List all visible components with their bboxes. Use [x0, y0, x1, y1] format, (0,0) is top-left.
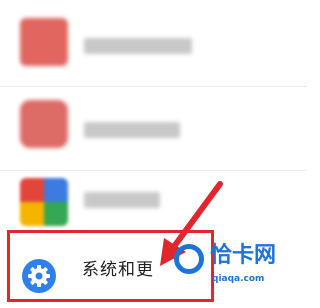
watermark-logo: 恰卡网 qiaqa.com: [172, 240, 307, 304]
app-icon-blurred-3[interactable]: [20, 178, 68, 226]
app-list-screen: 系统和更 恰卡网 qiaqa.com: [0, 0, 307, 308]
watermark-logo-icon: [174, 244, 204, 274]
app-icon-blurred-1[interactable]: [20, 18, 68, 66]
divider: [0, 170, 307, 171]
app-icon-blurred-2[interactable]: [20, 100, 68, 148]
watermark-title: 恰卡网: [210, 243, 277, 268]
app-name-blurred-2: [84, 122, 180, 138]
divider: [0, 86, 307, 87]
watermark-url: qiaqa.com: [212, 274, 265, 284]
app-name-blurred-1: [84, 38, 192, 54]
